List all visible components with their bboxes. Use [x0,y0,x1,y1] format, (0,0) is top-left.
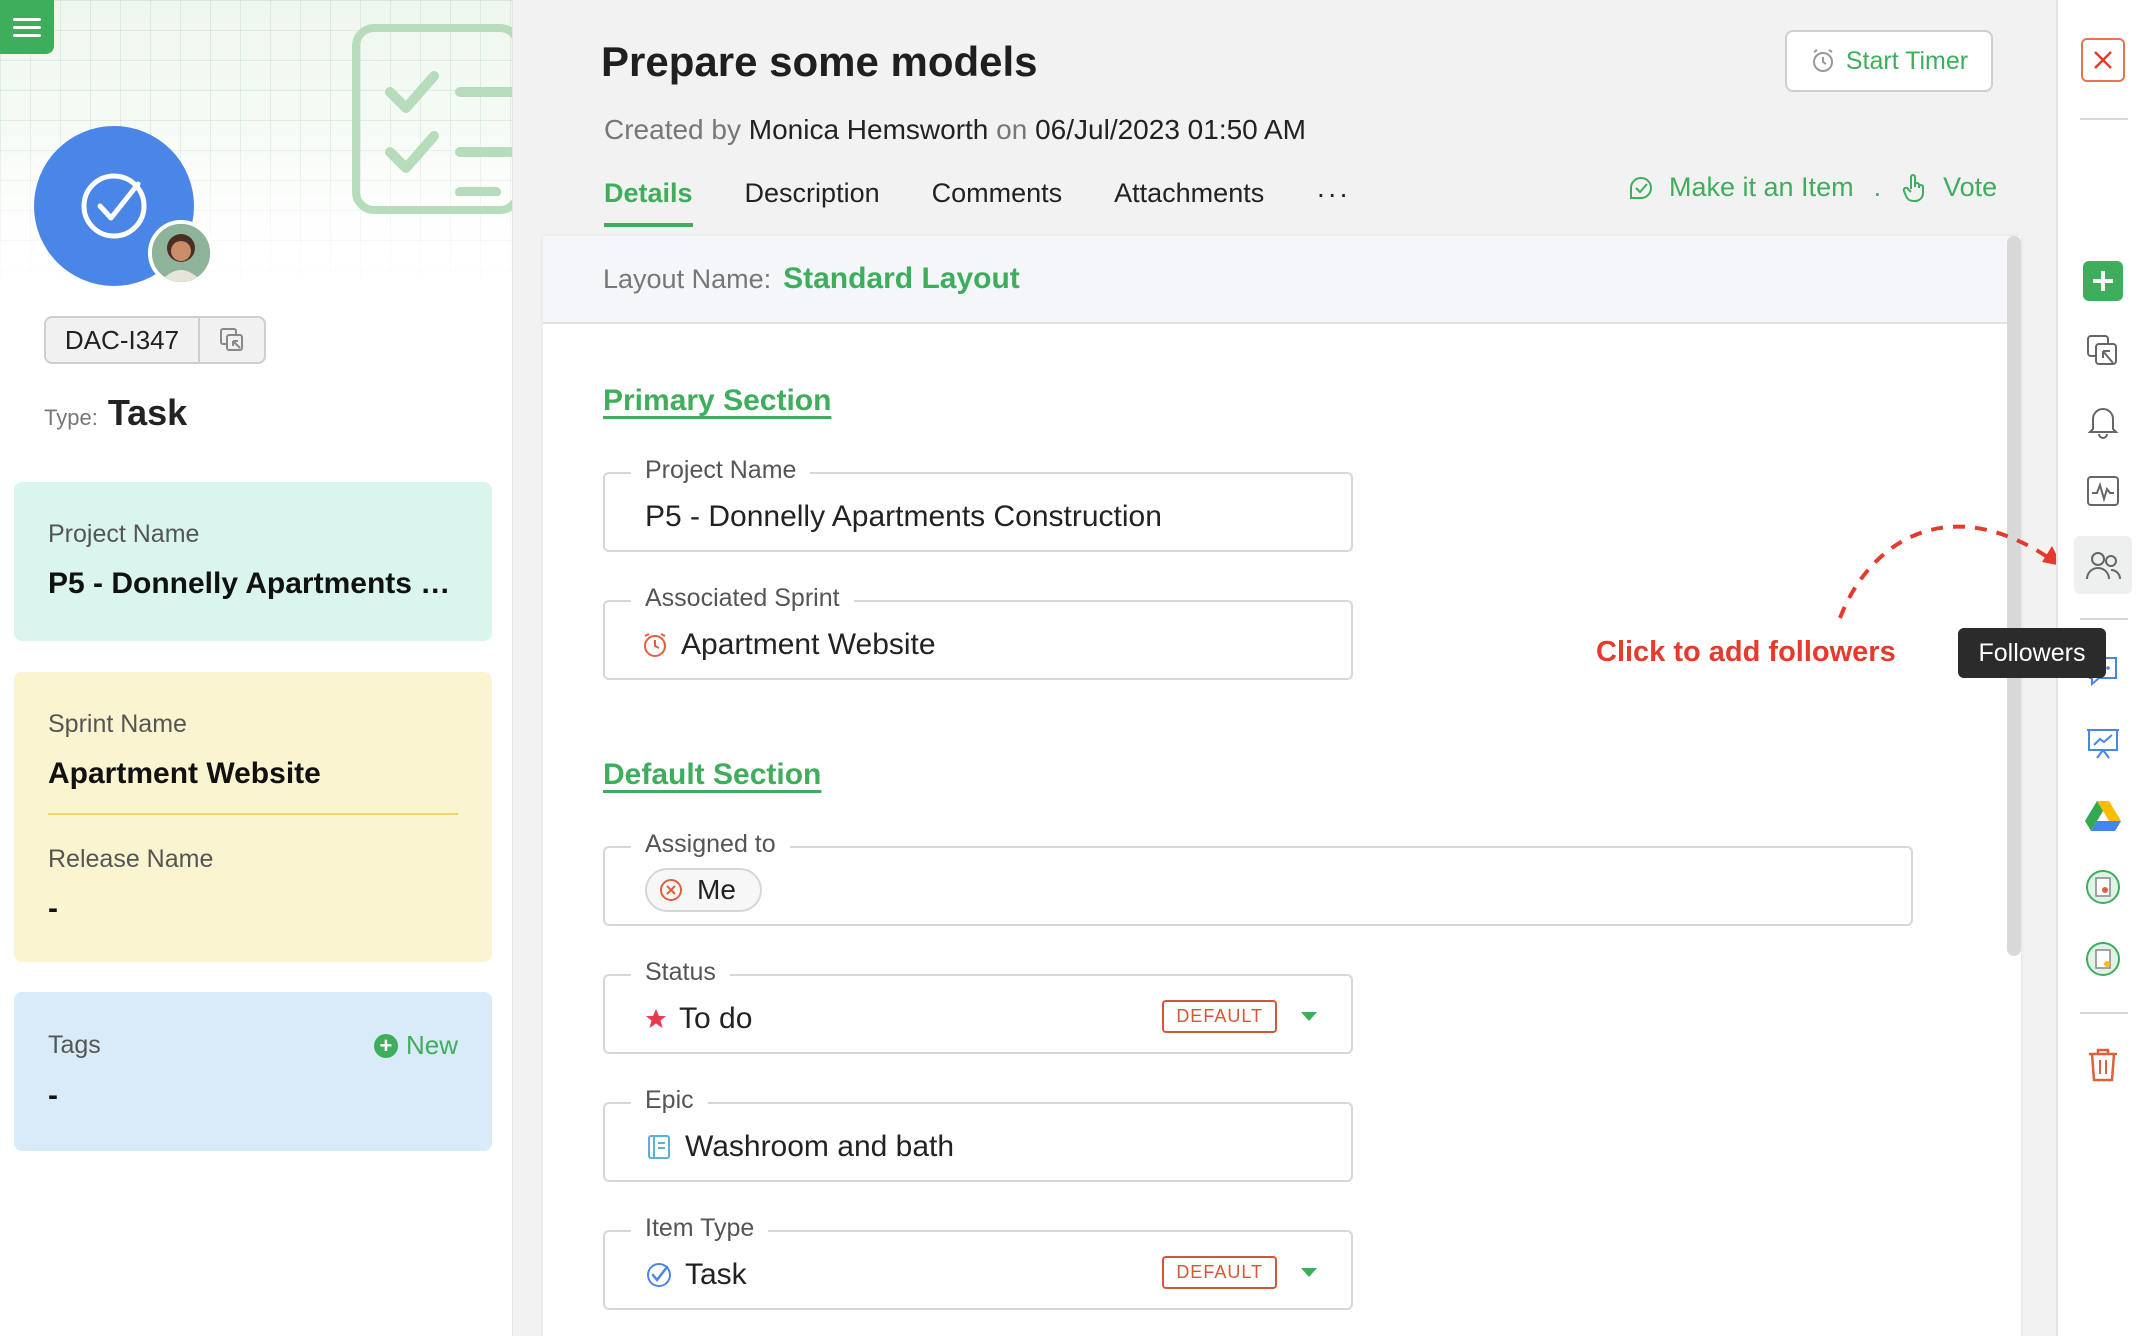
add-tag-button[interactable]: + New [373,1030,458,1061]
remove-circle-icon [660,879,682,901]
item-id: DAC-I347 [46,318,200,362]
document-badge-button[interactable] [2078,934,2128,984]
plus-circle-icon: + [373,1033,398,1058]
project-name-input-value: P5 - Donnelly Apartments Construction [645,500,1162,533]
annotation-arrow-icon [1838,524,2062,619]
activity-button[interactable] [2078,466,2128,516]
followers-annotation: Click to add followers [1596,636,1896,668]
status-value: To do [679,1002,753,1035]
assignee-chip[interactable]: Me [645,868,762,912]
document-user-button[interactable] [2078,862,2128,912]
delete-button[interactable] [2078,1040,2128,1090]
make-item-icon [1630,176,1652,199]
tab-description[interactable]: Description [745,178,880,227]
item-type-value-field: Task [685,1258,747,1291]
epic-field[interactable]: Epic Washroom and bath [603,1086,1353,1182]
copy-id-button[interactable] [200,327,264,353]
bell-icon [2087,408,2119,439]
tab-attachments[interactable]: Attachments [1114,178,1264,227]
more-tabs-button[interactable]: ··· [1316,178,1350,227]
assigned-to-field[interactable]: Assigned to Me [603,830,1913,926]
chevron-down-icon[interactable] [1301,1012,1317,1021]
creator-name[interactable]: Monica Hemsworth [749,114,989,145]
sprint-value: Apartment Website [681,628,936,661]
default-section-title[interactable]: Default Section [603,758,821,792]
status-field[interactable]: Status To do DEFAULT [603,958,1353,1054]
item-type-default-badge: DEFAULT [1162,1256,1277,1289]
sprint-card[interactable]: Sprint Name Apartment Website Release Na… [14,672,492,962]
activity-icon [2087,476,2119,506]
close-icon [2094,51,2112,69]
item-id-chip: DAC-I347 [44,316,266,364]
top-actions: Make it an Item . Vote [1627,172,1997,203]
copy-link-icon [2087,335,2117,365]
presentation-button[interactable] [2078,718,2128,768]
layout-name-value[interactable]: Standard Layout [783,262,1020,296]
google-drive-icon [2085,801,2121,831]
item-type-field[interactable]: Item Type Task DEFAULT [603,1214,1353,1310]
copy-link-icon [220,328,243,351]
google-drive-button[interactable] [2078,790,2128,840]
item-summary-panel: DAC-I347 Type: Task Project Name P5 - Do… [0,0,513,1336]
item-type-value: Task [107,392,188,433]
check-circle-icon [81,173,147,239]
document-user-icon [2086,870,2120,904]
created-info: Created by Monica Hemsworth on 06/Jul/20… [604,114,1306,145]
details-panel: Layout Name: Standard Layout Primary Sec… [543,236,2021,1336]
document-badge-icon [2086,942,2120,976]
presentation-icon [2087,729,2119,759]
created-date: 06/Jul/2023 01:50 AM [1035,114,1306,145]
notifications-button[interactable] [2078,396,2128,446]
followers-icon [2086,552,2121,580]
status-default-badge: DEFAULT [1162,1000,1277,1033]
tab-comments[interactable]: Comments [932,178,1063,227]
owner-avatar[interactable] [148,220,214,286]
detail-tabs: Details Description Comments Attachments… [604,178,1350,227]
trash-icon [2089,1048,2117,1082]
primary-section-title[interactable]: Primary Section [603,384,831,418]
followers-tooltip: Followers [1958,628,2106,678]
followers-button[interactable] [2074,536,2132,594]
star-icon [646,1009,666,1028]
sprint-clock-icon [644,633,666,657]
project-card[interactable]: Project Name P5 - Donnelly Apartments C.… [14,482,492,641]
associated-sprint-field[interactable]: Associated Sprint Apartment Website [603,584,1353,680]
epic-book-icon [648,1135,670,1159]
release-name-value: - [48,892,58,925]
project-name-value: P5 - Donnelly Apartments C... [48,567,458,600]
epic-value: Washroom and bath [685,1130,955,1163]
layout-name-bar: Layout Name: Standard Layout [543,236,2021,324]
add-icon [2083,261,2123,301]
checklist-illustration-icon [352,24,512,214]
check-circle-icon [647,1263,671,1287]
chevron-down-icon[interactable] [1301,1268,1317,1277]
item-type-row: Type: Task [44,392,188,433]
make-it-an-item-link[interactable]: Make it an Item [1669,172,1854,203]
hamburger-menu-button[interactable] [0,0,54,54]
copy-link-button[interactable] [2078,326,2128,376]
tags-card: Tags + New - [14,992,492,1151]
tags-value: - [48,1079,58,1112]
hand-pointer-icon [1902,173,1925,202]
project-name-field[interactable]: Project Name P5 - Donnelly Apartments Co… [603,456,1353,552]
alarm-clock-icon [1812,49,1833,72]
close-button[interactable] [2081,38,2125,82]
vote-link[interactable]: Vote [1943,172,1997,203]
page-title[interactable]: Prepare some models [601,38,1038,86]
sprint-name-value: Apartment Website [48,757,321,790]
start-timer-button[interactable]: Start Timer [1785,30,1993,92]
add-button[interactable] [2078,256,2128,306]
tab-details[interactable]: Details [604,178,693,227]
